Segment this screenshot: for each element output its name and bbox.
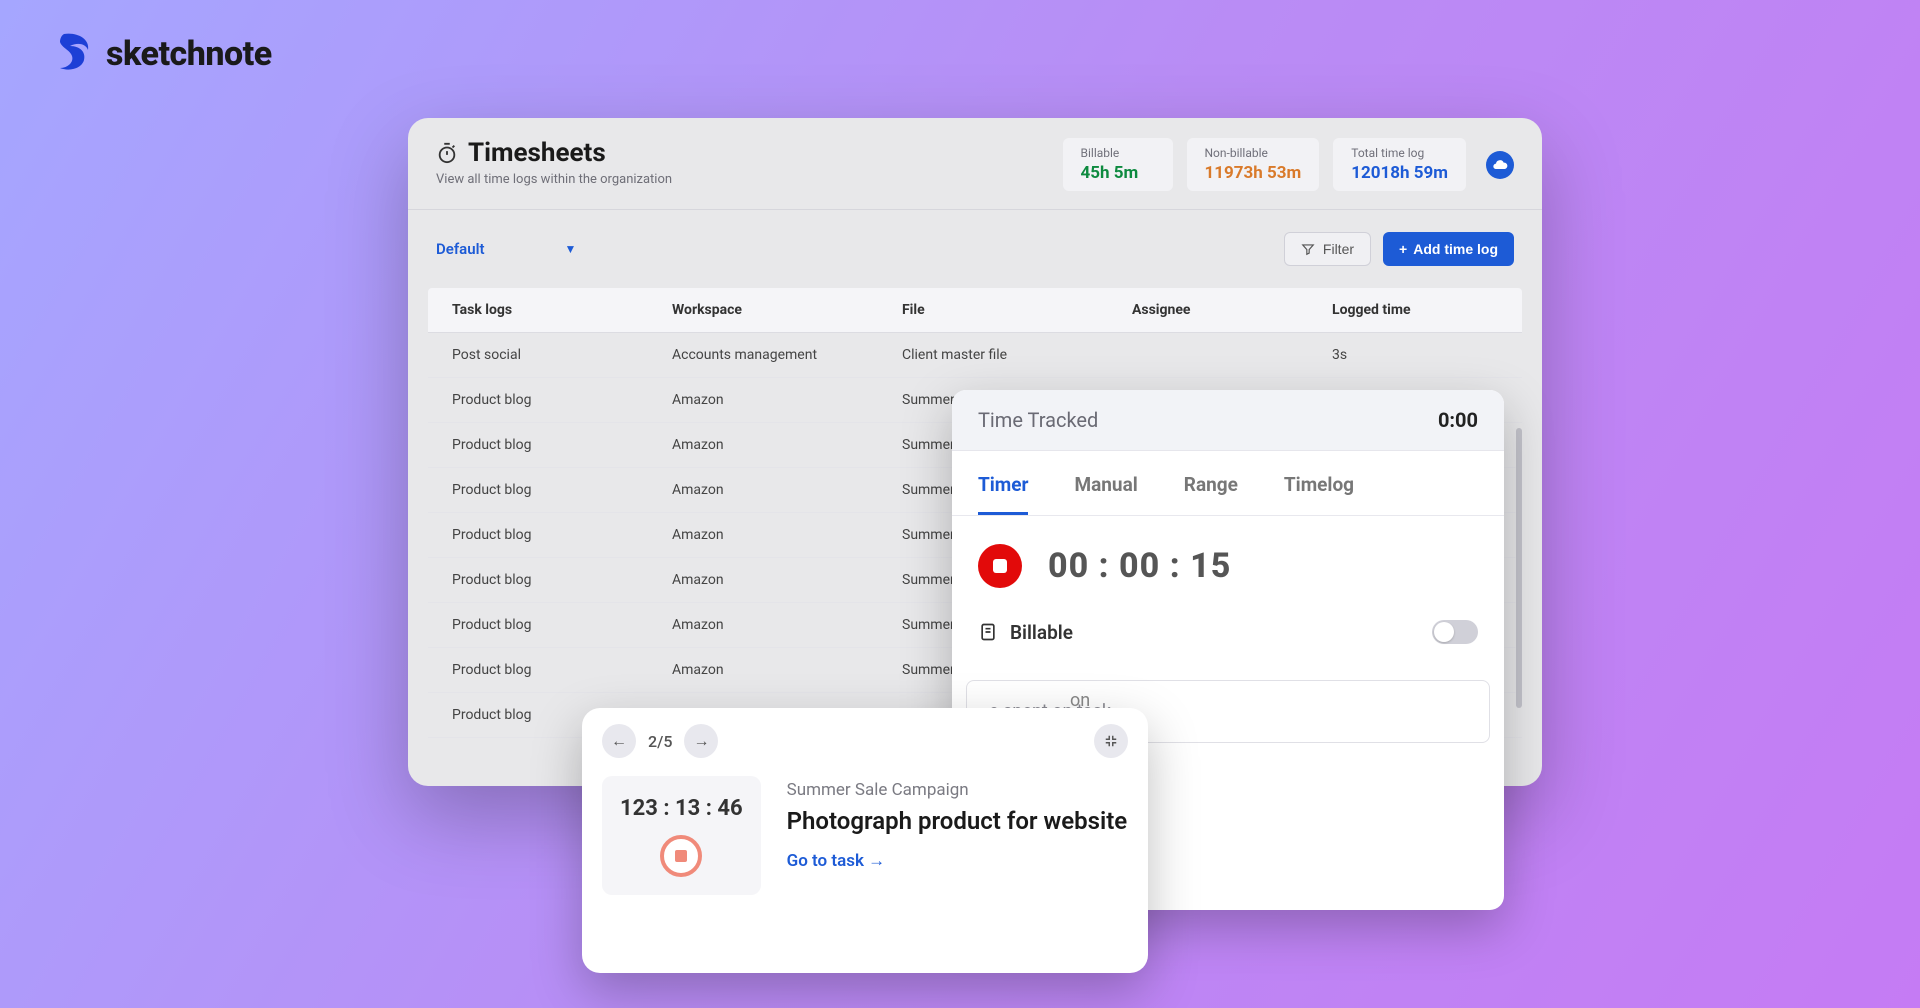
stat-total: Total time log 12018h 59m xyxy=(1333,138,1466,191)
tab-timer[interactable]: Timer xyxy=(978,473,1028,515)
stat-billable: Billable 45h 5m xyxy=(1063,138,1173,191)
billable-label: Billable xyxy=(1010,621,1073,644)
tracker-elapsed: 0:00 xyxy=(1438,408,1478,432)
mini-task-title: Photograph product for website xyxy=(787,806,1128,837)
toolbar: Default ▼ Filter + Add time log xyxy=(408,210,1542,288)
receipt-icon xyxy=(978,622,998,642)
view-label: Default xyxy=(436,240,485,258)
scrollbar[interactable] xyxy=(1516,428,1522,708)
brand-logo: sketchnote xyxy=(50,28,272,80)
stop-icon xyxy=(675,850,687,862)
table-row[interactable]: Post socialAccounts managementClient mas… xyxy=(428,333,1522,378)
stats-group: Billable 45h 5m Non-billable 11973h 53m … xyxy=(1063,138,1515,191)
stop-icon xyxy=(993,559,1007,573)
stopwatch-icon xyxy=(436,142,458,164)
next-button[interactable]: → xyxy=(684,724,718,758)
stop-timer-button[interactable] xyxy=(978,544,1022,588)
brand-name: sketchnote xyxy=(106,34,272,74)
tab-timelog[interactable]: Timelog xyxy=(1284,473,1354,515)
mini-timer-value: 123 : 13 : 46 xyxy=(620,796,743,821)
tab-manual[interactable]: Manual xyxy=(1074,473,1137,515)
col-logged-time: Logged time xyxy=(1332,302,1532,318)
compress-icon xyxy=(1104,734,1118,748)
cloud-sync-button[interactable] xyxy=(1486,151,1514,179)
plus-icon: + xyxy=(1399,241,1407,257)
stat-nonbillable: Non-billable 11973h 53m xyxy=(1187,138,1320,191)
arrow-right-icon: → xyxy=(693,731,709,751)
mini-timer-block: 123 : 13 : 46 xyxy=(602,776,761,895)
chevron-down-icon: ▼ xyxy=(565,242,577,256)
app-header: Timesheets View all time logs within the… xyxy=(408,118,1542,210)
tracker-title: Time Tracked xyxy=(978,408,1098,432)
page-title: Timesheets xyxy=(468,138,606,168)
col-file: File xyxy=(902,302,1132,318)
table-header: Task logs Workspace File Assignee Logged… xyxy=(428,288,1522,333)
task-mini-card: ← 2/5 → 123 : 13 : 46 Summer Sale Campai… xyxy=(582,708,1148,973)
mini-stop-button[interactable] xyxy=(660,835,702,877)
billable-toggle[interactable] xyxy=(1432,620,1478,644)
filter-icon xyxy=(1301,242,1315,256)
col-task-logs: Task logs xyxy=(452,302,672,318)
prev-button[interactable]: ← xyxy=(602,724,636,758)
go-to-task-link[interactable]: Go to task → xyxy=(787,851,1128,871)
filter-button[interactable]: Filter xyxy=(1284,232,1371,266)
arrow-left-icon: ← xyxy=(611,731,627,751)
minimize-button[interactable] xyxy=(1094,724,1128,758)
view-selector[interactable]: Default ▼ xyxy=(436,240,576,258)
col-workspace: Workspace xyxy=(672,302,902,318)
timer-value: 00 : 00 : 15 xyxy=(1048,546,1231,586)
tab-range[interactable]: Range xyxy=(1184,473,1238,515)
col-assignee: Assignee xyxy=(1132,302,1332,318)
page-subtitle: View all time logs within the organizati… xyxy=(436,172,672,187)
tracker-tabs: Timer Manual Range Timelog xyxy=(952,451,1504,516)
add-time-log-button[interactable]: + Add time log xyxy=(1383,232,1514,266)
mini-pagination: 2/5 xyxy=(648,732,672,751)
sketchnote-icon xyxy=(50,28,98,80)
mini-campaign: Summer Sale Campaign xyxy=(787,780,1128,800)
